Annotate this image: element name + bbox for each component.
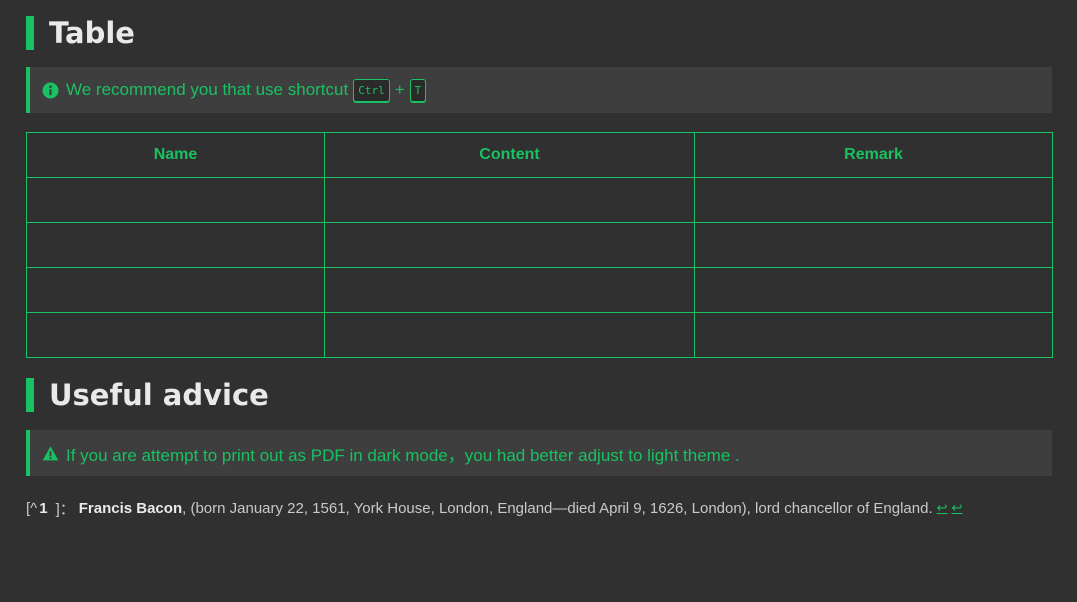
table-cell[interactable] [694,267,1053,313]
table-cell[interactable] [324,312,695,358]
column-header-remark[interactable]: Remark [694,132,1053,178]
table-row [26,312,1053,358]
column-header-content[interactable]: Content [324,132,695,178]
table-cell[interactable] [26,177,325,223]
table-row [26,267,1053,313]
footnote-backref-link-1[interactable]: ↩ [937,501,948,516]
pdf-warning-callout: If you are attempt to print out as PDF i… [26,430,1052,476]
shortcut-tip-text: We recommend you that use shortcut [66,80,349,99]
footnote-backref-link-2[interactable]: ↩ [952,501,963,516]
table-row [26,222,1053,268]
table-row [26,177,1053,223]
footnote-name: Francis Bacon [78,500,183,517]
table-section-heading: Table [26,16,1052,50]
footnote-ref-number: 1 [39,500,48,517]
table-header-row: Name Content Remark [26,132,1053,178]
table-cell[interactable] [26,312,325,358]
footnote-ref-open: [^ [26,500,38,517]
table-section-title: Table [49,16,135,50]
shortcut-tip-callout: We recommend you that use shortcut Ctrl … [26,67,1052,113]
info-circle-icon [42,82,59,99]
table-cell[interactable] [694,177,1053,223]
table-cell[interactable] [26,222,325,268]
warning-triangle-icon [42,445,59,462]
footnote-ref-close: ]： [55,501,75,518]
advice-section-heading: Useful advice [26,378,1052,412]
table-cell[interactable] [324,222,695,268]
table-cell[interactable] [694,312,1053,358]
pdf-warning-text: If you are attempt to print out as PDF i… [66,445,740,465]
footnote: [^ 1 ]： Francis Bacon , (born January 22… [26,498,1052,519]
document-page: Table We recommend you that use shortcut… [0,16,1077,602]
table-cell[interactable] [324,267,695,313]
table-cell[interactable] [26,267,325,313]
advice-section-title: Useful advice [49,378,269,412]
shortcut-key-t: T [409,78,427,102]
shortcut-plus: + [394,80,405,99]
footnote-text: , (born January 22, 1561, York House, Lo… [182,500,933,517]
data-table: Name Content Remark [26,132,1053,358]
table-cell[interactable] [694,222,1053,268]
shortcut-key-ctrl: Ctrl [353,78,390,102]
table-cell[interactable] [324,177,695,223]
column-header-name[interactable]: Name [26,132,325,178]
